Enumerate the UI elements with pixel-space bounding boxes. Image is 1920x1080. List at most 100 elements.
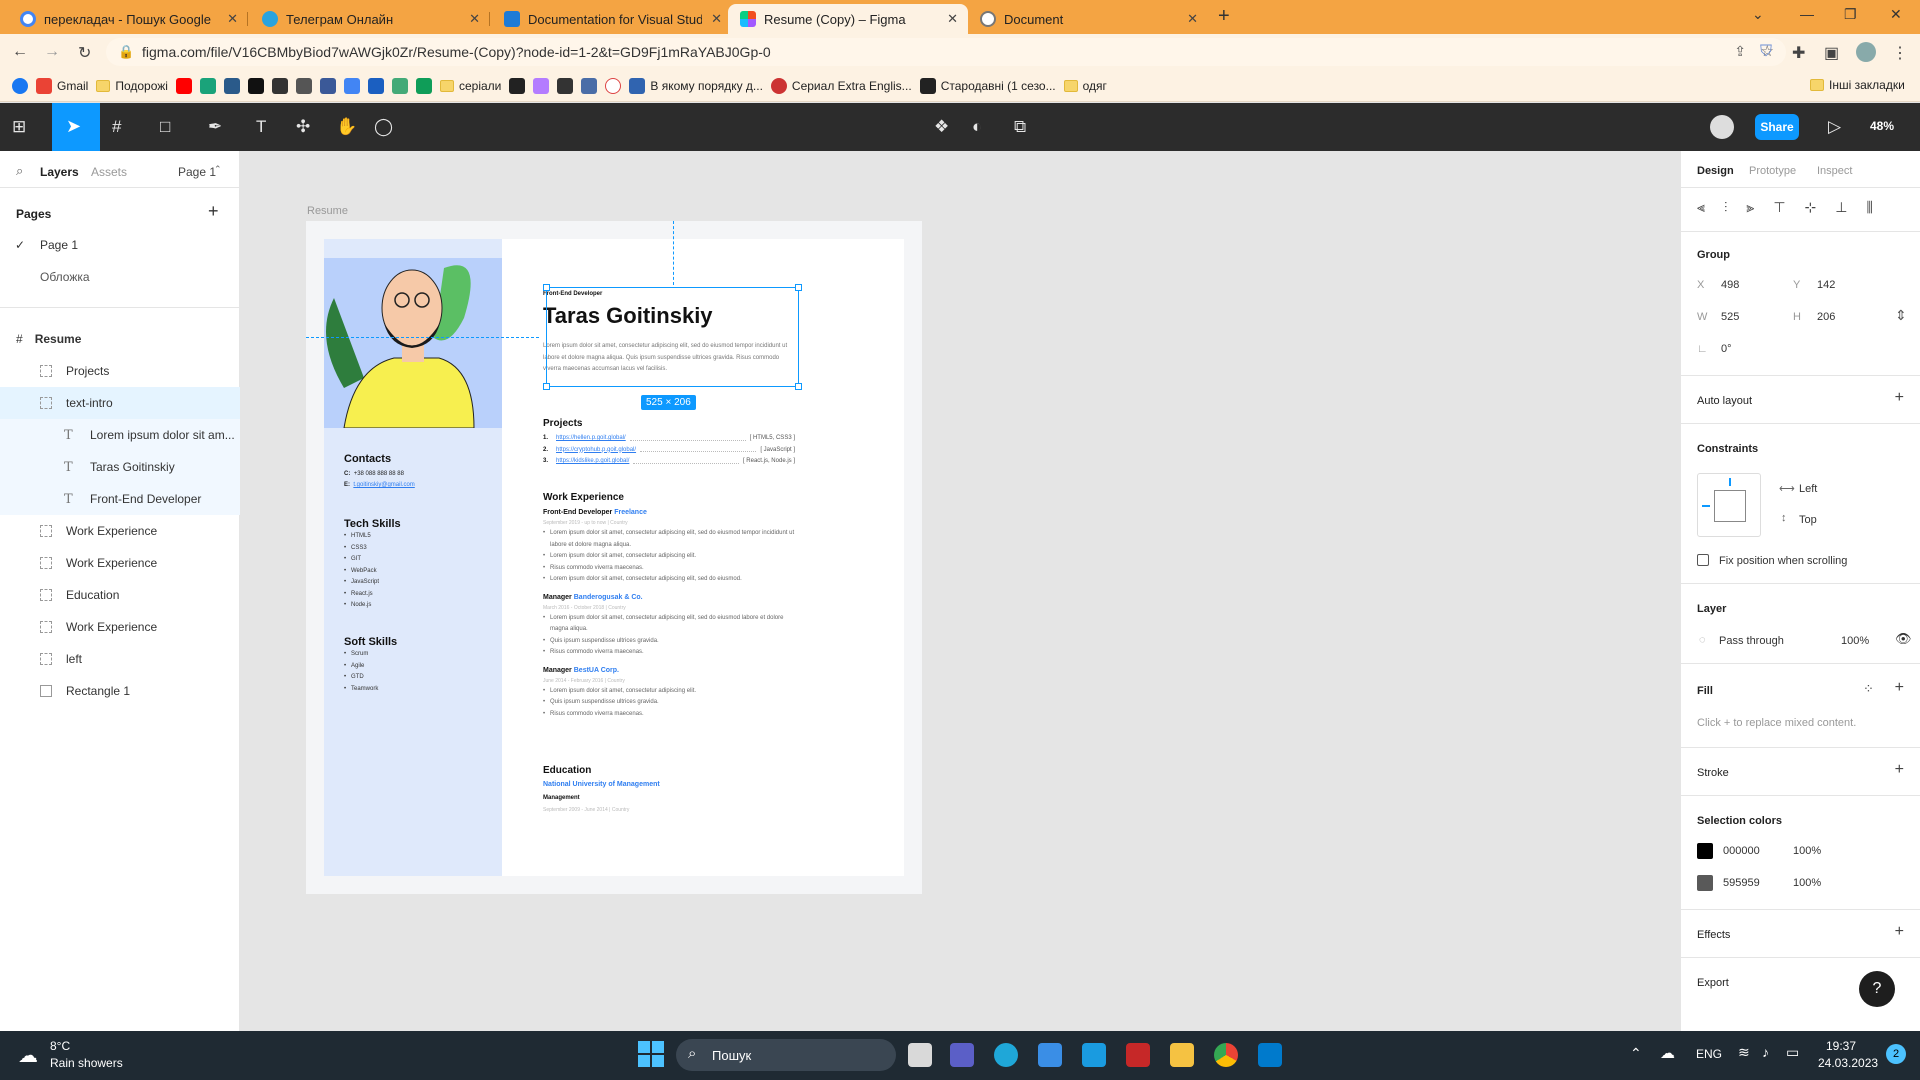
horizontal-constraint-select[interactable]: Left: [1799, 483, 1817, 495]
boolean-ops-icon[interactable]: ⧉: [1014, 117, 1026, 137]
project-link[interactable]: https://cryptohub.p.goit.global/: [556, 445, 636, 457]
group-heading[interactable]: Group: [1697, 249, 1730, 261]
layer-row[interactable]: Rectangle 1: [0, 675, 240, 707]
component-icon[interactable]: ❖: [934, 117, 949, 137]
figma-menu-icon[interactable]: ⊞: [12, 117, 26, 137]
task-view-icon[interactable]: [908, 1043, 932, 1067]
user-avatar[interactable]: [1710, 115, 1734, 139]
site-icon[interactable]: [533, 77, 550, 94]
clock-date[interactable]: 24.03.2023: [1818, 1056, 1878, 1070]
layer-row[interactable]: Education: [0, 579, 240, 611]
vscode-icon[interactable]: [1258, 1043, 1282, 1067]
rotation-input[interactable]: 0°: [1721, 343, 1732, 355]
bookmark-folder-podorozhi[interactable]: Подорожі: [96, 79, 168, 93]
site-icon[interactable]: [557, 77, 574, 94]
layer-frame-resume[interactable]: # Resume: [0, 323, 240, 355]
bookmark-folder-seriali[interactable]: серіали: [439, 79, 501, 93]
chrome-icon[interactable]: [1214, 1043, 1238, 1067]
site-icon[interactable]: [509, 77, 526, 94]
close-tab-icon[interactable]: ✕: [227, 11, 238, 27]
resize-handle[interactable]: [543, 383, 550, 390]
volume-icon[interactable]: ♪: [1762, 1044, 1769, 1060]
side-panel-icon[interactable]: ▣: [1824, 43, 1839, 63]
mcafee-icon[interactable]: [1126, 1043, 1150, 1067]
facebook-icon[interactable]: [12, 77, 28, 94]
new-tab-button[interactable]: +: [1218, 5, 1230, 28]
align-middle-icon[interactable]: ⊹: [1805, 199, 1817, 216]
styles-grid-icon[interactable]: ⁘: [1863, 681, 1874, 697]
share-button[interactable]: Share: [1755, 114, 1799, 140]
blend-mode-select[interactable]: Pass through: [1719, 635, 1784, 647]
site-icon[interactable]: [367, 77, 384, 94]
project-link[interactable]: https://kidslike.p.goit.global/: [556, 456, 629, 468]
align-center-icon[interactable]: ⫶: [1724, 199, 1728, 216]
site-icon[interactable]: [605, 77, 622, 94]
tab-design[interactable]: Design: [1697, 165, 1734, 177]
color-opacity[interactable]: 100%: [1793, 877, 1821, 889]
edge-icon[interactable]: [994, 1043, 1018, 1067]
tab-inspect[interactable]: Inspect: [1817, 165, 1852, 177]
comment-tool-icon[interactable]: ◯: [374, 117, 393, 137]
tab-layers[interactable]: Layers: [40, 165, 79, 179]
frame-label[interactable]: Resume: [307, 205, 348, 217]
page-item[interactable]: ✓ Page 1: [0, 229, 240, 261]
bookmark-ancient[interactable]: Стародавні (1 сезо...: [919, 77, 1056, 94]
h-input[interactable]: 206: [1817, 311, 1835, 323]
search-icon[interactable]: ⌕: [16, 163, 23, 179]
layer-row[interactable]: Work Experience: [0, 547, 240, 579]
hand-tool-icon[interactable]: ✋: [336, 117, 357, 137]
minimize-button[interactable]: —: [1800, 6, 1814, 22]
forward-icon[interactable]: →: [44, 43, 60, 61]
notification-badge[interactable]: 2: [1886, 1044, 1906, 1064]
close-tab-icon[interactable]: ✕: [711, 11, 722, 27]
site-icon[interactable]: [295, 77, 312, 94]
share-page-icon[interactable]: ⇪: [1734, 43, 1746, 60]
layer-row[interactable]: text-intro: [0, 387, 240, 419]
add-auto-layout-icon[interactable]: +: [1895, 389, 1904, 407]
color-swatch[interactable]: [1697, 843, 1713, 859]
project-link[interactable]: https://hellen.p.goit.global/: [556, 433, 626, 445]
maximize-button[interactable]: ❐: [1844, 6, 1857, 23]
layer-row[interactable]: left: [0, 643, 240, 675]
add-effect-icon[interactable]: +: [1895, 923, 1904, 941]
wifi-icon[interactable]: ≋: [1738, 1044, 1750, 1061]
bookmark-folder-clothes[interactable]: одяг: [1063, 79, 1107, 93]
close-tab-icon[interactable]: ✕: [469, 11, 480, 27]
tab-search-icon[interactable]: ⌄: [1752, 6, 1764, 23]
bookmark-gmail[interactable]: Gmail: [36, 77, 88, 94]
file-explorer-icon[interactable]: [1170, 1043, 1194, 1067]
language-indicator[interactable]: ENG: [1696, 1047, 1722, 1061]
help-button[interactable]: ?: [1859, 971, 1895, 1007]
add-page-icon[interactable]: +: [208, 201, 219, 222]
close-window-button[interactable]: ✕: [1890, 6, 1902, 23]
site-icon[interactable]: [391, 77, 408, 94]
help-app-icon[interactable]: [1082, 1043, 1106, 1067]
align-top-icon[interactable]: ⊤: [1773, 199, 1785, 216]
align-right-icon[interactable]: ⫸: [1746, 199, 1754, 216]
layer-row[interactable]: Projects: [0, 355, 240, 387]
teams-icon[interactable]: [950, 1043, 974, 1067]
start-button[interactable]: [638, 1041, 664, 1067]
move-tool-button[interactable]: ➤: [52, 103, 100, 151]
site-icon[interactable]: [199, 77, 216, 94]
vertical-constraint-select[interactable]: Top: [1799, 514, 1817, 526]
fix-position-checkbox[interactable]: [1697, 554, 1709, 566]
weather-icon[interactable]: ☁: [18, 1043, 38, 1068]
browser-tab-figma[interactable]: Resume (Copy) – Figma ✕: [728, 4, 968, 34]
bookmark-order[interactable]: В якому порядку д...: [629, 77, 763, 94]
bookmark-folder-other[interactable]: Інші закладки: [1810, 78, 1905, 92]
layer-row[interactable]: Work Experience: [0, 611, 240, 643]
translate-icon[interactable]: [343, 77, 360, 94]
tab-prototype[interactable]: Prototype: [1749, 165, 1796, 177]
resize-handle[interactable]: [543, 284, 550, 291]
distribute-icon[interactable]: ⫼: [1866, 199, 1872, 216]
align-bottom-icon[interactable]: ⊥: [1835, 199, 1847, 216]
mask-icon[interactable]: ◐: [972, 117, 982, 137]
color-hex[interactable]: 000000: [1723, 845, 1760, 857]
layer-row[interactable]: T Lorem ipsum dolor sit am...: [0, 419, 240, 451]
zoom-level[interactable]: 48%: [1870, 119, 1894, 133]
browser-menu-icon[interactable]: ⋮: [1892, 43, 1908, 63]
add-fill-icon[interactable]: +: [1895, 679, 1904, 697]
layer-row[interactable]: T Taras Goitinskiy: [0, 451, 240, 483]
battery-icon[interactable]: ▭: [1786, 1044, 1799, 1061]
